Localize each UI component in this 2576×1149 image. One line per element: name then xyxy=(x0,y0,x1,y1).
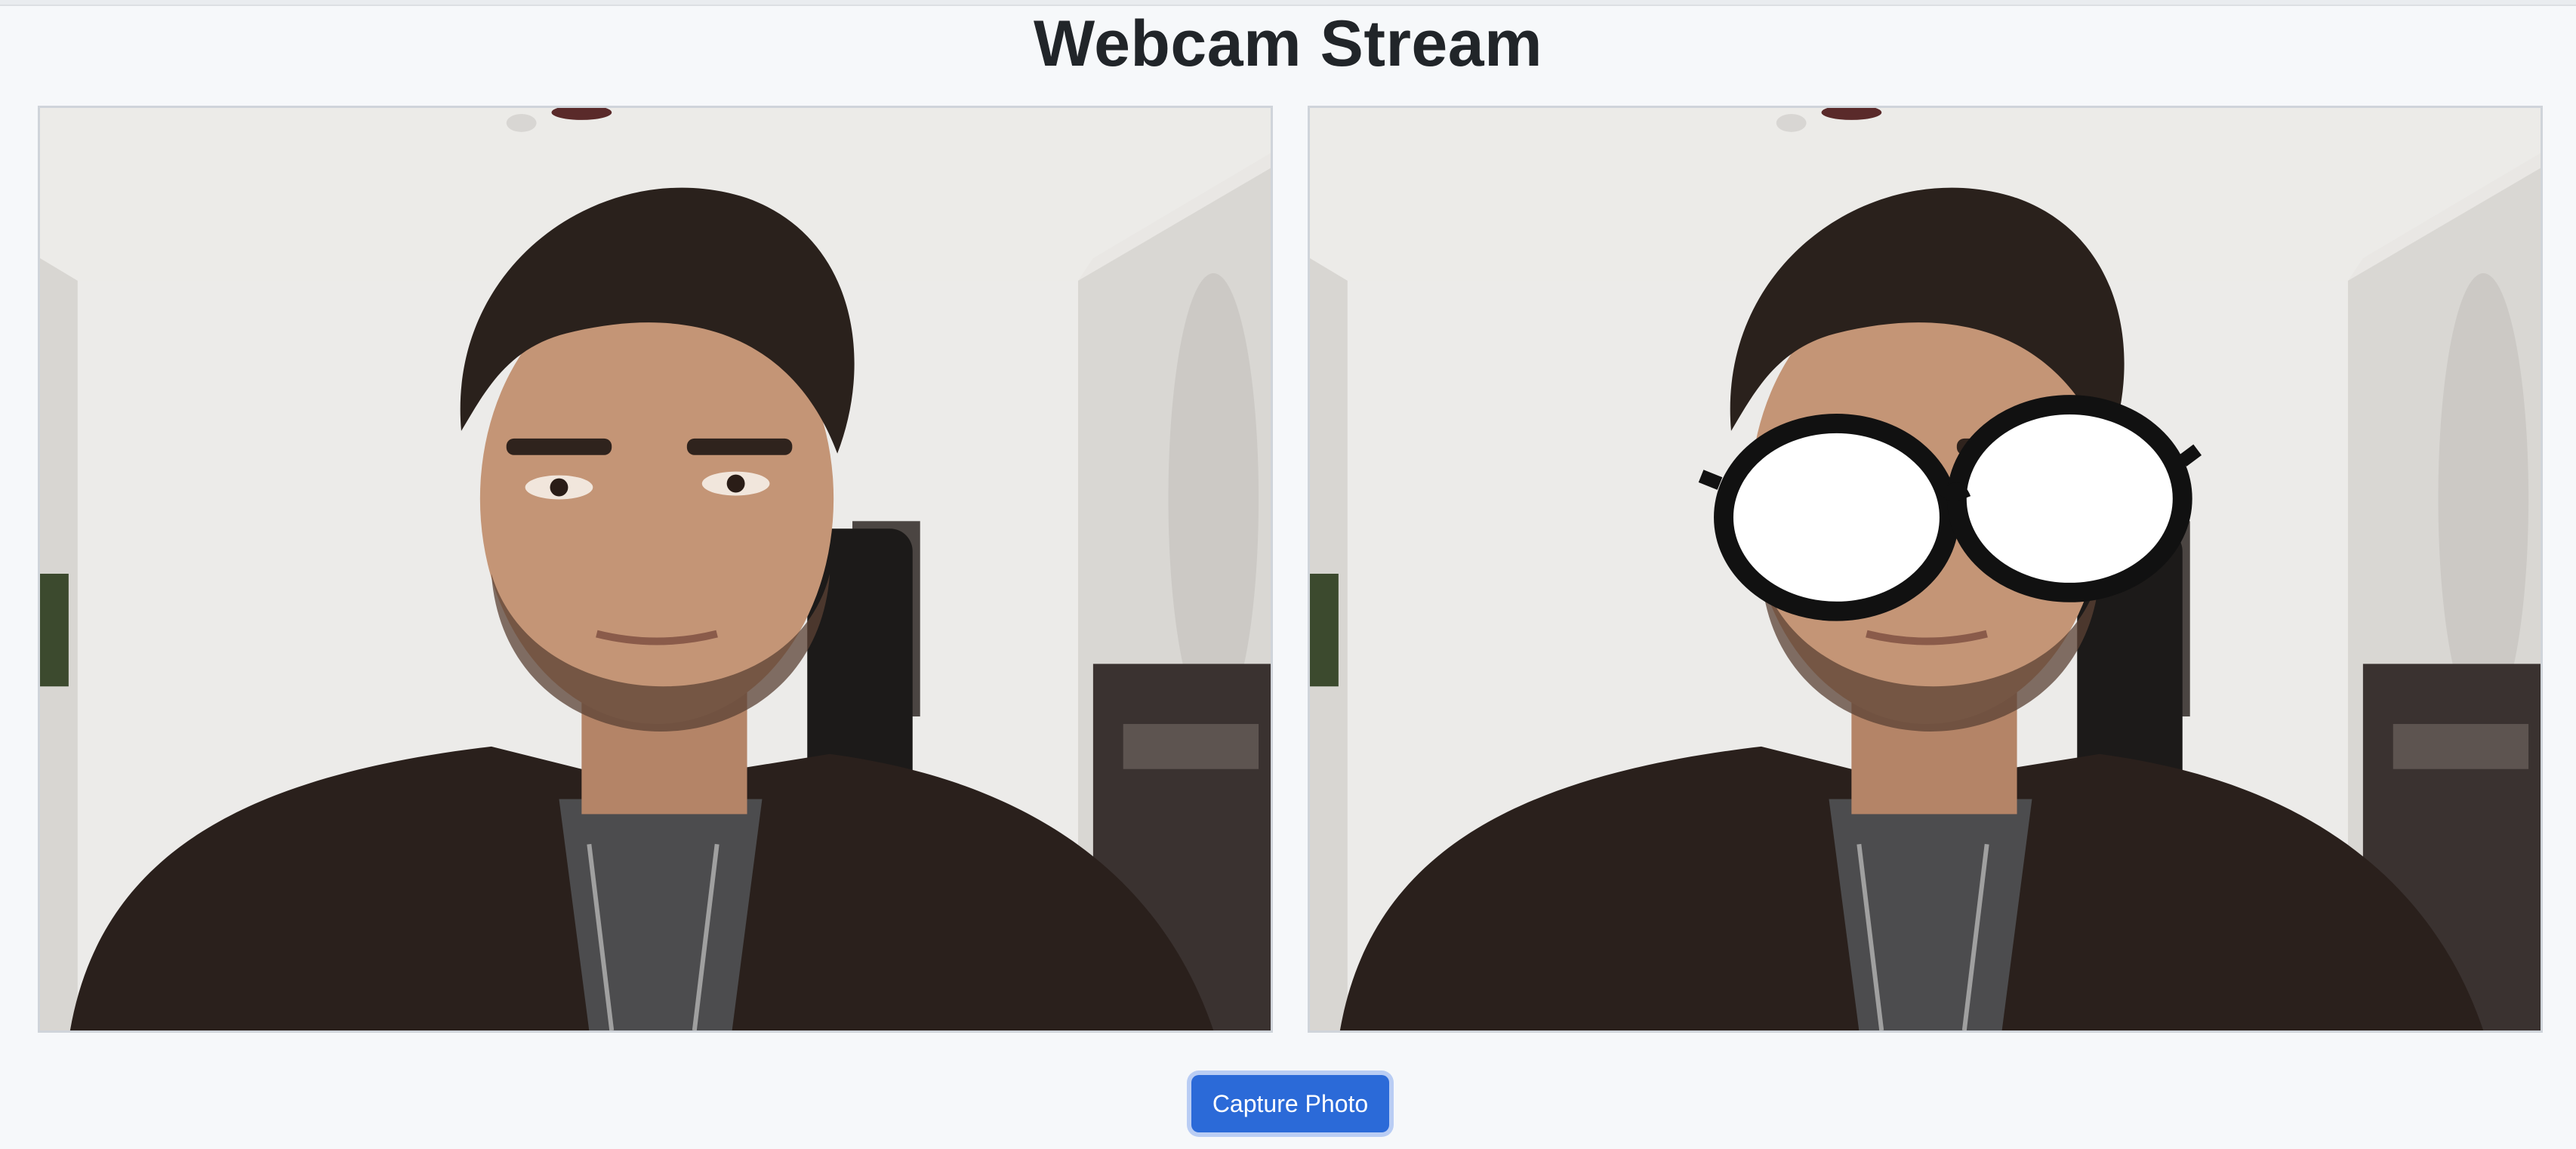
webcam-video-filtered xyxy=(1308,106,2543,1033)
webcam-frame-image xyxy=(40,108,1271,1030)
top-divider xyxy=(0,0,2576,6)
webcam-frame-image-with-glasses xyxy=(1310,108,2541,1030)
webcam-video-raw xyxy=(38,106,1273,1033)
page-title: Webcam Stream xyxy=(1033,8,1543,80)
capture-photo-button[interactable]: Capture Photo xyxy=(1191,1075,1389,1132)
